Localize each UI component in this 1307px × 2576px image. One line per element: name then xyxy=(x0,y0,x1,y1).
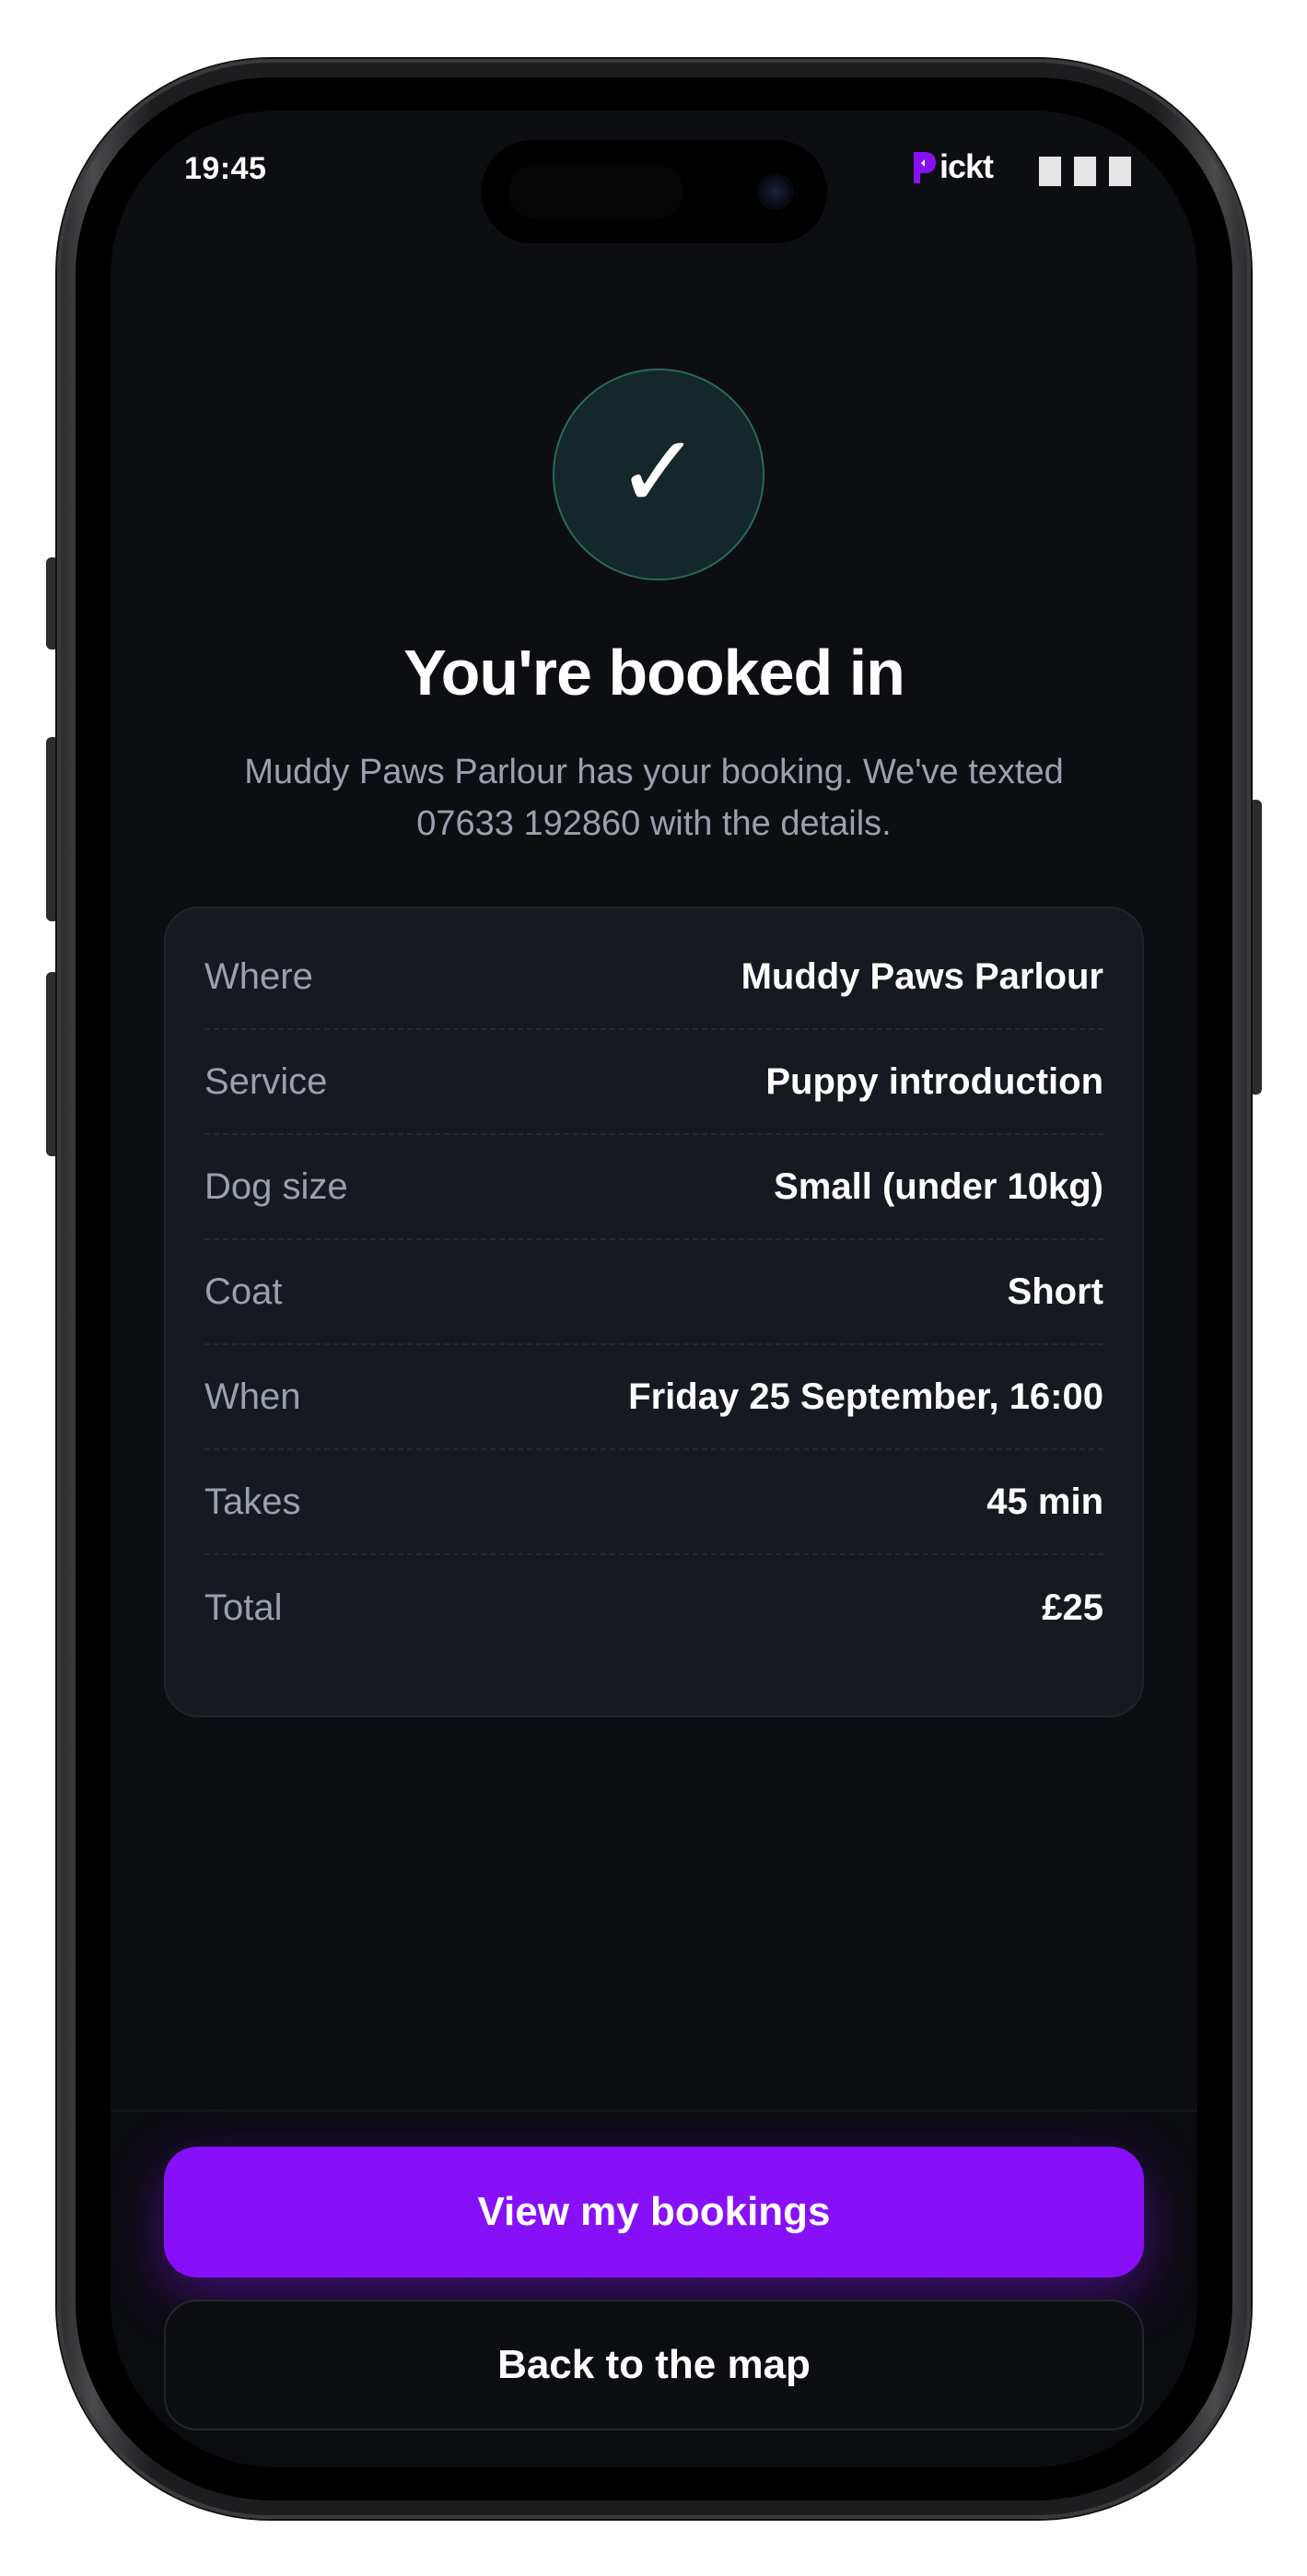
brand-name: ickt xyxy=(939,147,994,185)
detail-value: Short xyxy=(1007,1270,1103,1312)
status-time: 19:45 xyxy=(184,151,267,186)
detail-row-service: Service Puppy introduction xyxy=(204,1030,1103,1135)
detail-value: £25 xyxy=(1042,1587,1103,1628)
view-bookings-button[interactable]: View my bookings xyxy=(164,2147,1144,2277)
detail-row-dog-size: Dog size Small (under 10kg) xyxy=(204,1135,1103,1240)
battery-icon xyxy=(1109,157,1131,186)
detail-row-when: When Friday 25 September, 16:00 xyxy=(204,1345,1103,1450)
dynamic-island xyxy=(481,140,827,243)
detail-label: When xyxy=(204,1376,301,1417)
detail-label: Takes xyxy=(204,1481,301,1522)
detail-label: Total xyxy=(204,1587,283,1628)
detail-label: Dog size xyxy=(204,1165,348,1207)
brand-logo: ickt xyxy=(910,147,994,186)
detail-row-total: Total £25 xyxy=(204,1555,1103,1660)
booking-details-card: Where Muddy Paws Parlour Service Puppy i… xyxy=(164,907,1144,1717)
detail-value: Muddy Paws Parlour xyxy=(741,955,1103,997)
brand-pin-icon xyxy=(914,152,936,183)
detail-row-coat: Coat Short xyxy=(204,1240,1103,1345)
detail-label: Where xyxy=(204,955,313,997)
wifi-icon xyxy=(1074,157,1096,186)
confirmation-message: Muddy Paws Parlour has your booking. We'… xyxy=(244,753,1064,843)
back-to-map-button[interactable]: Back to the map xyxy=(164,2300,1144,2430)
camera-icon xyxy=(757,173,794,210)
detail-label: Service xyxy=(204,1060,328,1102)
detail-value: 45 min xyxy=(986,1481,1103,1522)
detail-label: Coat xyxy=(204,1270,283,1312)
success-badge: ✓ xyxy=(553,369,764,580)
detail-row-where: Where Muddy Paws Parlour xyxy=(204,925,1103,1030)
signal-icon xyxy=(1039,157,1061,186)
island-sensor xyxy=(508,164,683,219)
power-button xyxy=(1249,800,1262,1095)
detail-value: Friday 25 September, 16:00 xyxy=(628,1376,1103,1417)
detail-row-takes: Takes 45 min xyxy=(204,1450,1103,1555)
device-stage: 19:45 ickt ✓ You're booked in Muddy Paws… xyxy=(0,0,1307,2576)
detail-value: Small (under 10kg) xyxy=(774,1165,1103,1207)
phone-screen: 19:45 ickt ✓ You're booked in Muddy Paws… xyxy=(111,111,1197,2467)
check-icon: ✓ xyxy=(615,413,702,531)
detail-value: Puppy introduction xyxy=(765,1060,1103,1102)
status-indicators xyxy=(1039,157,1131,186)
page-title: You're booked in xyxy=(403,637,905,708)
